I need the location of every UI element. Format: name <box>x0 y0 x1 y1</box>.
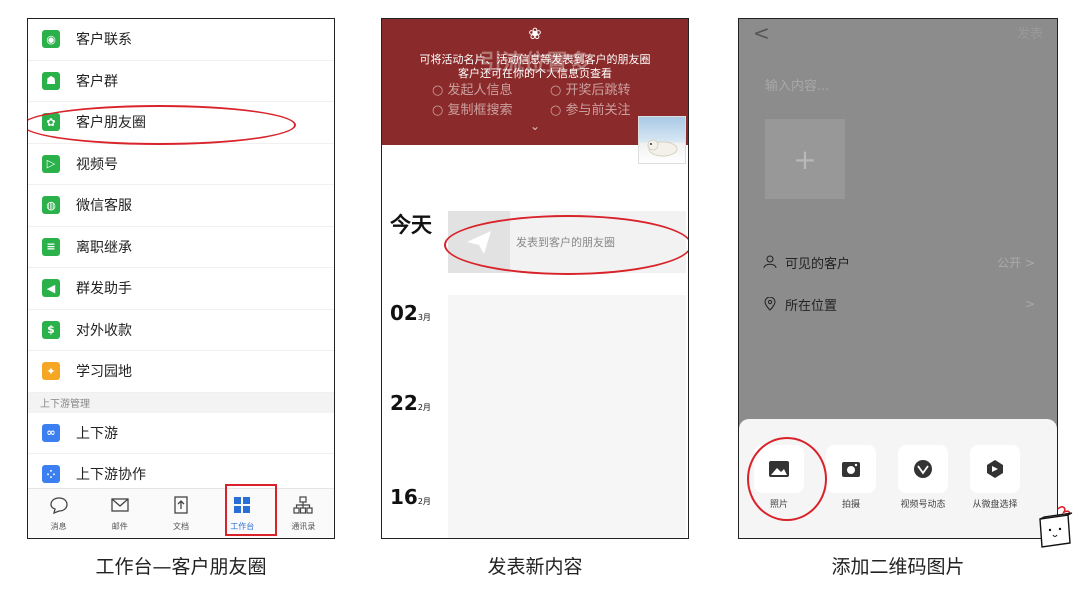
workbench-menu: ◉ 客户联系 ☗ 客户群 ✿ 客户朋友圈 ▷ 视频号 ◍ 微信客服 ≡ 离职继承 ◀ 群发助手 $ 对外收款 ✦… <box>28 19 334 496</box>
sheet-weipan-button[interactable]: 从微盘选择 <box>969 445 1021 512</box>
tab-label: 邮件 <box>111 521 128 531</box>
menu-item[interactable]: ◍ 微信客服 <box>28 185 334 227</box>
publish-button[interactable]: 发表 <box>1017 23 1043 42</box>
doc-icon <box>171 495 191 518</box>
menu-item[interactable]: ◀ 群发助手 <box>28 268 334 310</box>
menu-item[interactable]: ≡ 离职继承 <box>28 227 334 268</box>
chevron-down-icon[interactable]: ⌄ <box>530 119 540 133</box>
weipan-icon <box>970 445 1020 493</box>
camera-icon <box>826 445 876 493</box>
menu-item-icon: ◉ <box>42 30 60 49</box>
tab-label: 通讯录 <box>291 521 316 531</box>
sheet-channels-button[interactable]: 视频号动态 <box>897 445 949 512</box>
menu-item-icon: ☗ <box>42 71 60 90</box>
menu-item[interactable]: ◉ 客户联系 <box>28 19 334 61</box>
mascot-icon <box>1039 506 1073 548</box>
phone-workbench: ◉ 客户联系 ☗ 客户群 ✿ 客户朋友圈 ▷ 视频号 ◍ 微信客服 ≡ 离职继承 ◀ 群发助手 $ 对外收款 ✦… <box>27 18 335 539</box>
tab-label: 消息 <box>50 521 67 531</box>
banner-line-2: 客户还可在你的个人信息页查看 <box>458 67 612 80</box>
avatar[interactable] <box>638 116 686 164</box>
highlight-oval-photo <box>747 437 827 521</box>
visible-customers-label: 可见的客户 <box>785 256 851 272</box>
tab-chat-bubble[interactable]: 消息 <box>28 489 89 538</box>
menu-item-label: 群发助手 <box>76 281 132 298</box>
menu-item[interactable]: ▷ 视频号 <box>28 144 334 185</box>
feed-area <box>448 295 686 538</box>
person-icon <box>763 255 777 269</box>
menu-item-icon: ∞ <box>42 423 60 442</box>
caption-panel1: 工作台—客户朋友圈 <box>95 556 267 578</box>
highlight-oval-customer-moments <box>28 105 296 145</box>
menu-item-icon: ≡ <box>42 237 60 256</box>
menu-item-label: 客户联系 <box>76 32 132 49</box>
menu-item-label: 离职继承 <box>76 239 132 256</box>
location-value: > <box>1024 297 1035 311</box>
channels-icon <box>898 445 948 493</box>
today-label: 今天 <box>390 213 432 237</box>
moments-logo-icon: ❀ <box>528 24 542 43</box>
highlight-oval-post <box>444 215 688 275</box>
menu-item-icon: ⁘ <box>42 465 60 484</box>
location-pin-icon <box>764 297 776 311</box>
menu-item-label: 上下游 <box>76 425 118 442</box>
tab-label: 文档 <box>173 521 189 531</box>
menu-item-label: 学习园地 <box>76 364 132 381</box>
date-label: 023月 <box>390 301 431 325</box>
banner-option: ○ 开奖后跳转 <box>550 83 631 98</box>
menu-item[interactable]: ☗ 客户群 <box>28 61 334 102</box>
caption-panel2: 发表新内容 <box>487 556 583 578</box>
tutorial-figure: ◉ 客户联系 ☗ 客户群 ✿ 客户朋友圈 ▷ 视频号 ◍ 微信客服 ≡ 离职继承 ◀ 群发助手 $ 对外收款 ✦… <box>0 0 1080 591</box>
banner-option: ○ 复制框搜索 <box>432 103 513 118</box>
contacts-tree-icon <box>293 495 314 518</box>
phone-moments: ❀ 引流位置多 可将活动名片、活动信息等发表到客户的朋友圈 客户还可在你的个人信… <box>381 18 689 539</box>
visible-customers-row[interactable]: 可见的客户 公开 > <box>763 247 1035 277</box>
mail-icon <box>110 496 130 518</box>
phone-compose: < 发表 输入内容... + 可见的客户 公开 > 所在位置 > 照片 拍摄 视频号… <box>738 18 1058 539</box>
sheet-label: 拍摄 <box>841 500 860 510</box>
location-row[interactable]: 所在位置 > <box>763 289 1035 319</box>
banner-option: ○ 发起人信息 <box>432 83 513 98</box>
tab-contacts-tree[interactable]: 通讯录 <box>273 489 334 538</box>
section-header: 上下游管理 <box>28 392 334 413</box>
visible-customers-value: 公开 > <box>997 255 1035 270</box>
tab-mail[interactable]: 邮件 <box>89 489 150 538</box>
highlight-box-workbench-tab <box>225 484 277 536</box>
content-input[interactable]: 输入内容... <box>765 75 829 94</box>
menu-item-icon: ▷ <box>42 154 60 173</box>
menu-item[interactable]: ∞ 上下游 <box>28 413 334 454</box>
location-label: 所在位置 <box>785 298 838 314</box>
chat-bubble-icon <box>49 496 69 518</box>
tab-doc[interactable]: 文档 <box>150 489 211 538</box>
menu-item-icon: ✦ <box>42 362 60 381</box>
back-button[interactable]: < <box>753 21 770 45</box>
bottom-tab-bar: 消息 邮件 文档 工作台 通讯录 <box>28 488 334 538</box>
caption-panel3: 添加二维码图片 <box>831 556 965 578</box>
menu-item-icon: ◍ <box>42 196 60 215</box>
add-image-button[interactable]: + <box>765 119 845 199</box>
sheet-camera-button[interactable]: 拍摄 <box>825 445 877 512</box>
banner-option: ○ 参与前关注 <box>550 103 631 118</box>
date-label: 222月 <box>390 391 431 415</box>
menu-item-icon: $ <box>42 320 60 339</box>
menu-item-label: 上下游协作 <box>76 467 146 484</box>
menu-item-label: 微信客服 <box>76 198 132 215</box>
seal-photo-icon <box>647 139 678 157</box>
date-label: 162月 <box>390 485 431 509</box>
sheet-label: 视频号动态 <box>900 500 946 510</box>
menu-item-icon: ◀ <box>42 279 60 298</box>
menu-item-label: 客户群 <box>76 73 118 90</box>
menu-item[interactable]: ✦ 学习园地 <box>28 351 334 393</box>
menu-item-label: 视频号 <box>76 156 118 173</box>
menu-item[interactable]: $ 对外收款 <box>28 310 334 351</box>
menu-item-label: 对外收款 <box>76 322 132 339</box>
sheet-label: 从微盘选择 <box>972 500 1018 510</box>
